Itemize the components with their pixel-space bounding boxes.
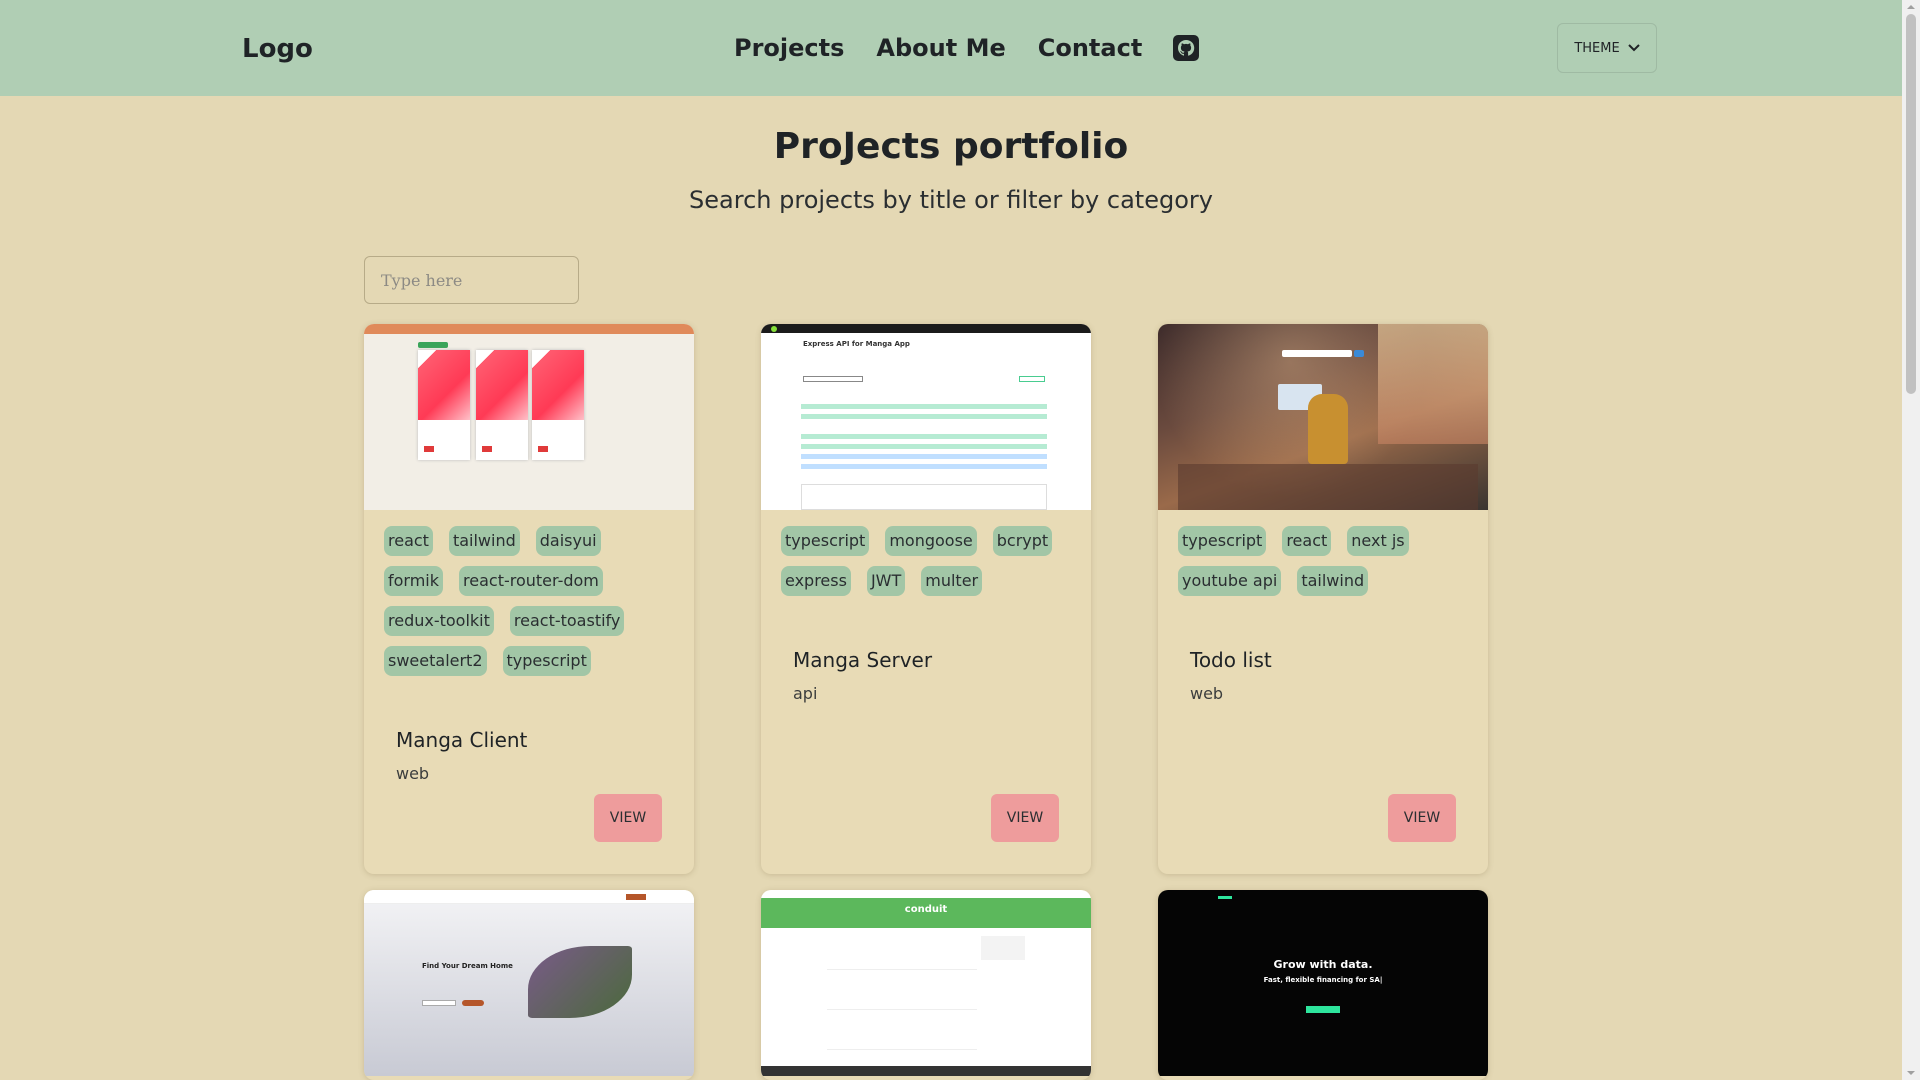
view-button[interactable]: VIEW [594,794,662,842]
project-title: Manga Client [396,728,528,752]
view-button[interactable]: VIEW [1388,794,1456,842]
tag: youtube api [1178,566,1282,596]
tag: formik [384,566,444,596]
tag: react-toastify [509,606,625,636]
conduit-heading: conduit [904,904,948,915]
tag: bcrypt [992,526,1053,556]
tag: JWT [866,566,906,596]
tag: daisyui [535,526,601,556]
nav-contact[interactable]: Contact [1038,34,1143,62]
scrollbar[interactable] [1902,0,1920,1080]
chevron-down-icon [1627,44,1640,52]
project-card: typescript react next js youtube api tai… [1158,324,1488,874]
page-title: ProJects portfolio [773,126,1129,167]
tag: sweetalert2 [384,646,487,676]
tag: typescript [502,646,591,676]
project-title: Manga Server [793,648,933,672]
page-subtitle: Search projects by title or filter by ca… [689,186,1213,214]
scroll-down-icon[interactable] [1906,1068,1916,1078]
theme-label: THEME [1574,40,1620,56]
scroll-up-icon[interactable] [1906,2,1916,12]
tag: typescript [1178,526,1267,556]
project-preview[interactable]: conduit [761,890,1091,1076]
nav-about-me[interactable]: About Me [876,34,1005,62]
nav-projects[interactable]: Projects [734,34,844,62]
grow-heading: Grow with data. [1273,958,1373,971]
project-card: Find Your Dream Home [364,890,694,1080]
project-card: Express API for Manga App typescript mon… [761,324,1091,874]
project-preview[interactable] [364,324,694,510]
navbar: Logo Projects About Me Contact THEME [0,0,1902,96]
project-preview[interactable]: Grow with data. Fast, flexible financing… [1158,890,1488,1076]
tag: react-router-dom [459,566,603,596]
tag: tailwind [448,526,520,556]
project-preview[interactable]: Express API for Manga App [761,324,1091,510]
tag: multer [921,566,983,596]
tag: redux-toolkit [384,606,494,636]
project-card: Grow with data. Fast, flexible financing… [1158,890,1488,1080]
project-title: Todo list [1190,648,1272,672]
theme-dropdown[interactable]: THEME [1557,23,1657,73]
swagger-title: Express API for Manga App [803,340,910,348]
project-card: react tailwind daisyui formik react-rout… [364,324,694,874]
search-input[interactable] [364,256,579,304]
project-category: web [396,764,430,783]
nav-links: Projects About Me Contact [734,34,1200,62]
tag-list: typescript mongoose bcrypt express JWT m… [781,526,1081,606]
tag-list: react tailwind daisyui formik react-rout… [384,526,684,686]
project-preview[interactable] [1158,324,1488,510]
tag: typescript [781,526,870,556]
tag: next js [1347,526,1409,556]
github-icon[interactable] [1172,34,1200,62]
tag: tailwind [1297,566,1369,596]
view-button[interactable]: VIEW [991,794,1059,842]
logo[interactable]: Logo [242,34,313,64]
project-preview[interactable]: Find Your Dream Home [364,890,694,1076]
tag: react [384,526,433,556]
tag: express [781,566,851,596]
grow-subheading: Fast, flexible financing for SA| [1263,976,1383,984]
project-card: conduit [761,890,1091,1080]
tag: react [1282,526,1332,556]
dream-home-heading: Find Your Dream Home [422,962,513,970]
scroll-thumb[interactable] [1906,14,1916,394]
project-category: api [793,684,818,703]
tag-list: typescript react next js youtube api tai… [1178,526,1478,606]
project-category: web [1190,684,1224,703]
tag: mongoose [885,526,977,556]
